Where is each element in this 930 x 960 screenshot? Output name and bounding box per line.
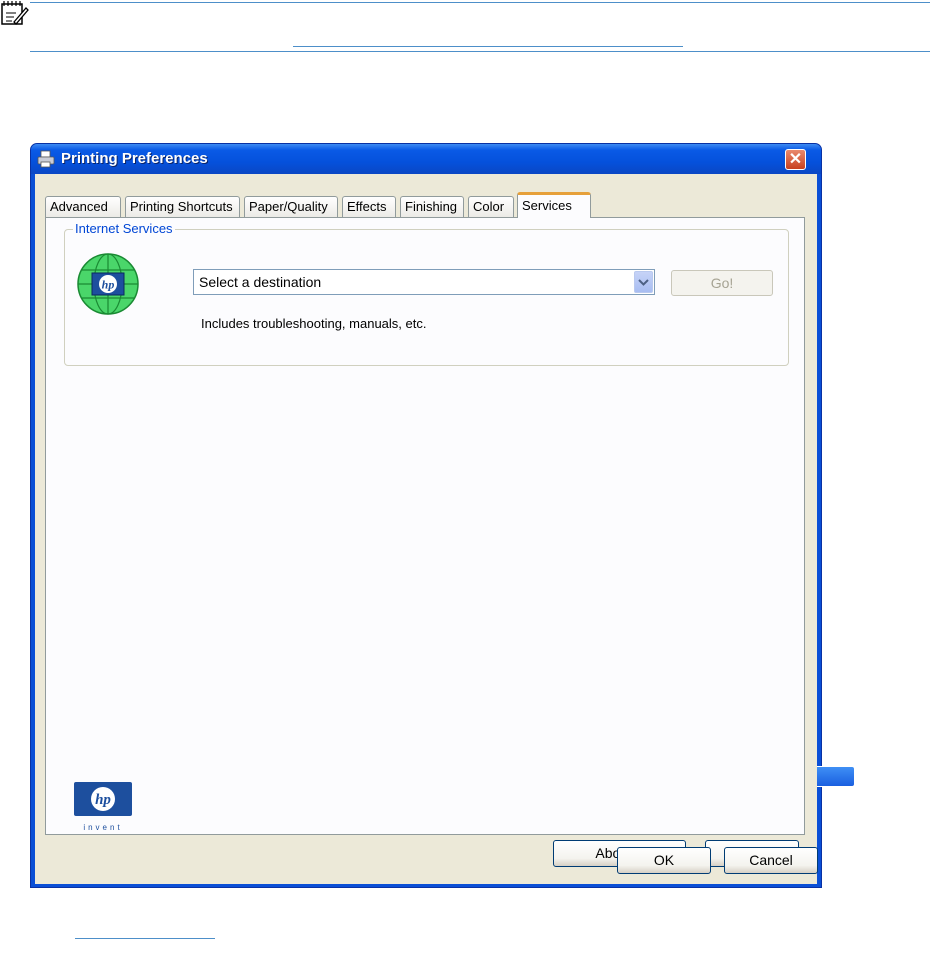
services-tab-panel: Internet Services hp Select a destinatio…	[45, 217, 805, 867]
tab-effects[interactable]: Effects	[342, 196, 396, 217]
svg-text:hp: hp	[102, 278, 115, 292]
header-rule-top	[30, 2, 930, 3]
tab-advanced[interactable]: Advanced	[45, 196, 121, 217]
internet-services-group: Internet Services hp Select a destinatio…	[64, 221, 789, 366]
printer-icon	[37, 150, 55, 168]
tab-strip: Advanced Printing Shortcuts Paper/Qualit…	[45, 192, 815, 218]
internet-services-label: Internet Services	[73, 221, 175, 236]
logo-tagline: invent	[83, 823, 122, 832]
printing-preferences-window: Printing Preferences ? ✕ Advanced Printi…	[30, 143, 855, 888]
destination-select-value: Select a destination	[199, 274, 322, 290]
services-note: Includes troubleshooting, manuals, etc.	[201, 316, 427, 331]
hp-globe-icon: hp	[77, 253, 139, 315]
title-bar[interactable]: Printing Preferences ? ✕	[31, 144, 855, 787]
footer-link[interactable]	[75, 938, 215, 939]
close-button[interactable]: ✕	[785, 149, 806, 170]
hp-logo-icon: hp invent	[74, 782, 132, 832]
tab-printing-shortcuts[interactable]: Printing Shortcuts	[125, 196, 240, 217]
ok-button[interactable]: OK	[617, 847, 711, 874]
tab-finishing[interactable]: Finishing	[400, 196, 464, 217]
tab-services[interactable]: Services	[517, 192, 591, 218]
go-button[interactable]: Go!	[671, 270, 773, 296]
header-rule-bottom	[30, 51, 930, 52]
dropdown-button[interactable]	[634, 271, 653, 293]
destination-select[interactable]: Select a destination	[193, 269, 655, 295]
svg-text:hp: hp	[95, 792, 111, 808]
cancel-button[interactable]: Cancel	[724, 847, 818, 874]
tab-paper-quality[interactable]: Paper/Quality	[244, 196, 338, 217]
dialog-client-area: Advanced Printing Shortcuts Paper/Qualit…	[35, 174, 818, 884]
header-link[interactable]	[293, 46, 683, 47]
tab-color[interactable]: Color	[468, 196, 514, 217]
chevron-down-icon	[638, 279, 649, 286]
note-icon	[1, 1, 29, 25]
window-title: Printing Preferences	[61, 150, 208, 167]
